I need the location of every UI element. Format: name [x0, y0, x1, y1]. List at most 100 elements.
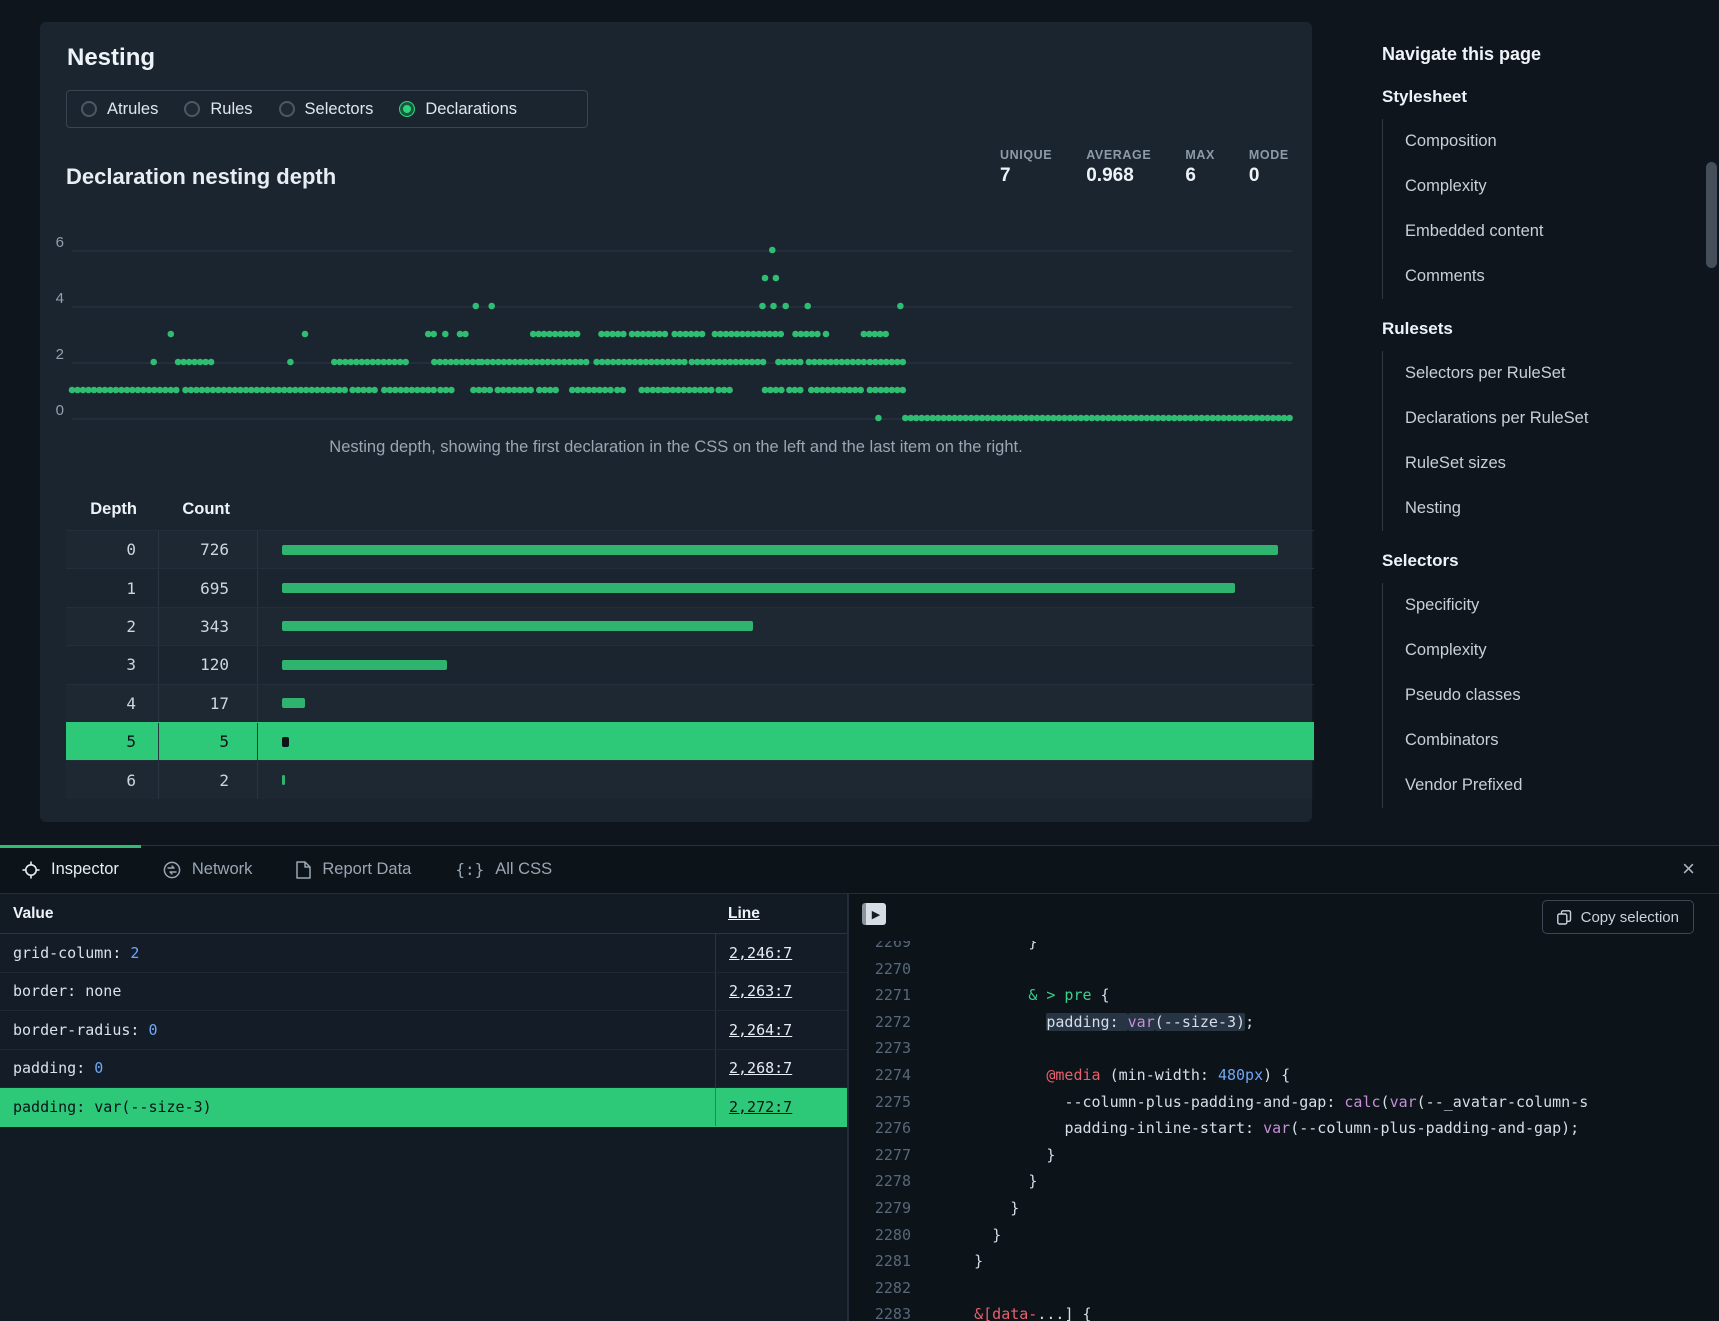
line-link[interactable]: 2,263:7 [729, 982, 792, 1000]
nav-item-combinators[interactable]: Combinators [1383, 718, 1712, 763]
radio-atrules[interactable]: Atrules [81, 100, 158, 119]
tab-network[interactable]: Network [141, 846, 275, 893]
scatter-dot [778, 331, 785, 338]
nav-item-pseudo-classes[interactable]: Pseudo classes [1383, 673, 1712, 718]
scatter-dot [726, 387, 733, 394]
nav-item-selectors-per-ruleset[interactable]: Selectors per RuleSet [1383, 351, 1712, 396]
count-bar [282, 737, 289, 747]
radio-unselected-icon[interactable] [81, 101, 97, 117]
radio-unselected-icon[interactable] [184, 101, 200, 117]
scatter-dot [770, 303, 777, 310]
radio-label: Rules [210, 100, 252, 119]
nav-item-comments[interactable]: Comments [1383, 254, 1712, 299]
tab-inspector[interactable]: Inspector [0, 846, 141, 893]
count-cell: 17 [159, 685, 258, 722]
inspector-row[interactable]: border: none2,263:7 [0, 973, 847, 1012]
count-cell: 343 [159, 608, 258, 645]
depth-row-1[interactable]: 1695 [66, 568, 1314, 606]
scatter-dot [371, 387, 378, 394]
nav-section-stylesheet: Stylesheet [1382, 87, 1712, 107]
stat-unique: UNIQUE7 [1000, 148, 1052, 187]
depth-row-3[interactable]: 3120 [66, 645, 1314, 683]
depth-count-table: Depth Count 07261695234331204175562 [66, 488, 1314, 799]
nav-item-declarations-per-ruleset[interactable]: Declarations per RuleSet [1383, 396, 1712, 441]
y-axis-tick-label: 6 [56, 234, 64, 251]
inspector-row[interactable]: border-radius: 0 2,264:7 [0, 1011, 847, 1050]
devtools-panel: InspectorNetworkReport Data{:}All CSS × … [0, 845, 1719, 1320]
sidebar-toggle-icon[interactable]: ▶ [862, 903, 886, 925]
line-column-header[interactable]: Line [728, 905, 760, 923]
nav-item-ruleset-sizes[interactable]: RuleSet sizes [1383, 441, 1712, 486]
depth-row-0[interactable]: 0726 [66, 530, 1314, 568]
line-number: 2273 [849, 1035, 911, 1062]
scatter-dot [462, 331, 469, 338]
nav-item-vendor-prefixed[interactable]: Vendor Prefixed [1383, 763, 1712, 808]
copy-selection-button[interactable]: Copy selection [1542, 900, 1694, 934]
nav-item-composition[interactable]: Composition [1383, 119, 1712, 164]
scatter-dot [882, 331, 889, 338]
line-link[interactable]: 2,264:7 [729, 1021, 792, 1039]
line-number: 2281 [849, 1248, 911, 1275]
scatter-dot [583, 359, 590, 366]
line-number: 2277 [849, 1142, 911, 1169]
window-scrollbar-thumb[interactable] [1706, 162, 1717, 268]
stat-value: 0.968 [1086, 165, 1151, 187]
radio-selectors[interactable]: Selectors [279, 100, 374, 119]
scatter-dot [620, 387, 627, 394]
chart-caption: Nesting depth, showing the first declara… [40, 438, 1312, 457]
nav-item-specificity[interactable]: Specificity [1383, 583, 1712, 628]
scatter-dot [430, 387, 437, 394]
scatter-dot [823, 331, 830, 338]
scatter-dot [302, 331, 309, 338]
stat-mode: MODE0 [1249, 148, 1289, 187]
nav-item-complexity[interactable]: Complexity [1383, 628, 1712, 673]
depth-cell: 0 [66, 531, 159, 568]
depth-row-4[interactable]: 417 [66, 684, 1314, 722]
scatter-dot [773, 275, 780, 282]
radio-label: Selectors [305, 100, 374, 119]
nav-item-embedded-content[interactable]: Embedded content [1383, 209, 1712, 254]
y-axis-tick-label: 4 [56, 290, 64, 307]
scatter-dot [708, 387, 715, 394]
line-link[interactable]: 2,268:7 [729, 1059, 792, 1077]
code-line-2270: 2270 [849, 956, 1719, 983]
inspector-row[interactable]: padding: var(--size-3)2,272:7 [0, 1088, 847, 1127]
code-line-2281: 2281 } [849, 1248, 1719, 1275]
scatter-dot [681, 359, 688, 366]
nav-item-nesting[interactable]: Nesting [1383, 486, 1712, 531]
scatter-dot [900, 359, 907, 366]
radio-unselected-icon[interactable] [279, 101, 295, 117]
count-bar [282, 621, 753, 631]
code-toolbar: ▶ Copy selection [849, 894, 1719, 941]
close-icon[interactable]: × [1682, 858, 1695, 880]
depth-row-6[interactable]: 62 [66, 760, 1314, 798]
scatter-dot [897, 303, 904, 310]
scatter-dot [552, 387, 559, 394]
depth-row-2[interactable]: 2343 [66, 607, 1314, 645]
braces-icon: {:} [455, 860, 484, 880]
inspector-row[interactable]: grid-column: 22,246:7 [0, 934, 847, 973]
radio-declarations[interactable]: Declarations [399, 100, 517, 119]
line-link[interactable]: 2,272:7 [729, 1098, 792, 1116]
depth-cell: 6 [66, 761, 159, 798]
value-column-header: Value [0, 905, 715, 923]
scatter-dot [488, 303, 495, 310]
tab-all-css[interactable]: {:}All CSS [433, 846, 574, 893]
code-line-2269: 2269 } [849, 941, 1719, 956]
radio-rules[interactable]: Rules [184, 100, 252, 119]
line-number: 2272 [849, 1009, 911, 1036]
scatter-dot [208, 359, 215, 366]
line-number: 2271 [849, 982, 911, 1009]
tab-report-data[interactable]: Report Data [274, 846, 433, 893]
code-editor[interactable]: 2269 }22702271 & > pre {2272 padding: va… [849, 941, 1719, 1321]
inspector-row[interactable]: padding: 02,268:7 [0, 1050, 847, 1089]
line-link[interactable]: 2,246:7 [729, 944, 792, 962]
scatter-dot [797, 359, 804, 366]
nav-item-complexity[interactable]: Complexity [1383, 164, 1712, 209]
scatter-dot [900, 387, 907, 394]
declaration-value: border-radius: 0 [0, 1021, 715, 1039]
radio-selected-icon[interactable] [399, 101, 415, 117]
stat-label: AVERAGE [1086, 148, 1151, 162]
depth-row-5[interactable]: 55 [66, 722, 1314, 760]
stat-value: 7 [1000, 165, 1052, 187]
